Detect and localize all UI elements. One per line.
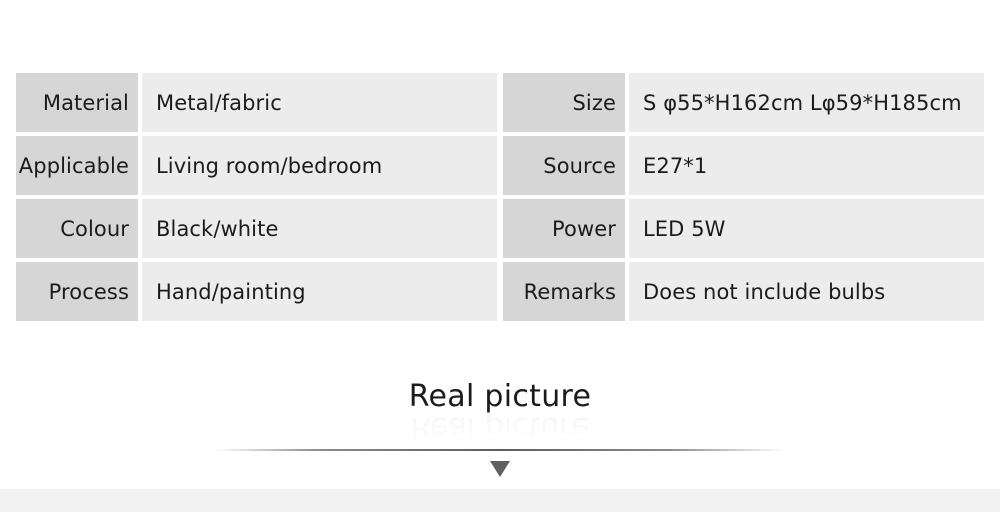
spec-label-material: Material bbox=[16, 73, 138, 132]
table-row: Applicable Living room/bedroom bbox=[16, 136, 497, 195]
table-row: Size S φ55*H162cm Lφ59*H185cm bbox=[503, 73, 984, 132]
spec-value-process: Hand/painting bbox=[142, 262, 497, 321]
spec-label-remarks: Remarks bbox=[503, 262, 625, 321]
spec-label-source: Source bbox=[503, 136, 625, 195]
real-picture-section: Real picture Real picture bbox=[0, 340, 1000, 488]
section-divider bbox=[215, 449, 785, 451]
spec-value-colour: Black/white bbox=[142, 199, 497, 258]
bottom-strip bbox=[0, 489, 1000, 512]
table-row: Colour Black/white bbox=[16, 199, 497, 258]
page-title-reflection: Real picture bbox=[410, 410, 590, 445]
table-row: Material Metal/fabric bbox=[16, 73, 497, 132]
spec-table-left: Material Metal/fabric Applicable Living … bbox=[16, 73, 497, 321]
table-row: Power LED 5W bbox=[503, 199, 984, 258]
spec-value-size: S φ55*H162cm Lφ59*H185cm bbox=[629, 73, 984, 132]
spec-value-material: Metal/fabric bbox=[142, 73, 497, 132]
table-row: Process Hand/painting bbox=[16, 262, 497, 321]
table-row: Remarks Does not include bulbs bbox=[503, 262, 984, 321]
specification-area: Material Metal/fabric Applicable Living … bbox=[0, 0, 1000, 340]
page-title: Real picture bbox=[408, 379, 592, 414]
spec-value-applicable: Living room/bedroom bbox=[142, 136, 497, 195]
table-row: Source E27*1 bbox=[503, 136, 984, 195]
spec-label-size: Size bbox=[503, 73, 625, 132]
spec-label-applicable: Applicable bbox=[16, 136, 138, 195]
spec-label-power: Power bbox=[503, 199, 625, 258]
chevron-down-triangle-icon bbox=[490, 461, 510, 477]
spec-value-source: E27*1 bbox=[629, 136, 984, 195]
spec-value-power: LED 5W bbox=[629, 199, 984, 258]
spec-value-remarks: Does not include bulbs bbox=[629, 262, 984, 321]
spec-table-right: Size S φ55*H162cm Lφ59*H185cm Source E27… bbox=[503, 73, 984, 321]
spec-label-process: Process bbox=[16, 262, 138, 321]
spec-label-colour: Colour bbox=[16, 199, 138, 258]
